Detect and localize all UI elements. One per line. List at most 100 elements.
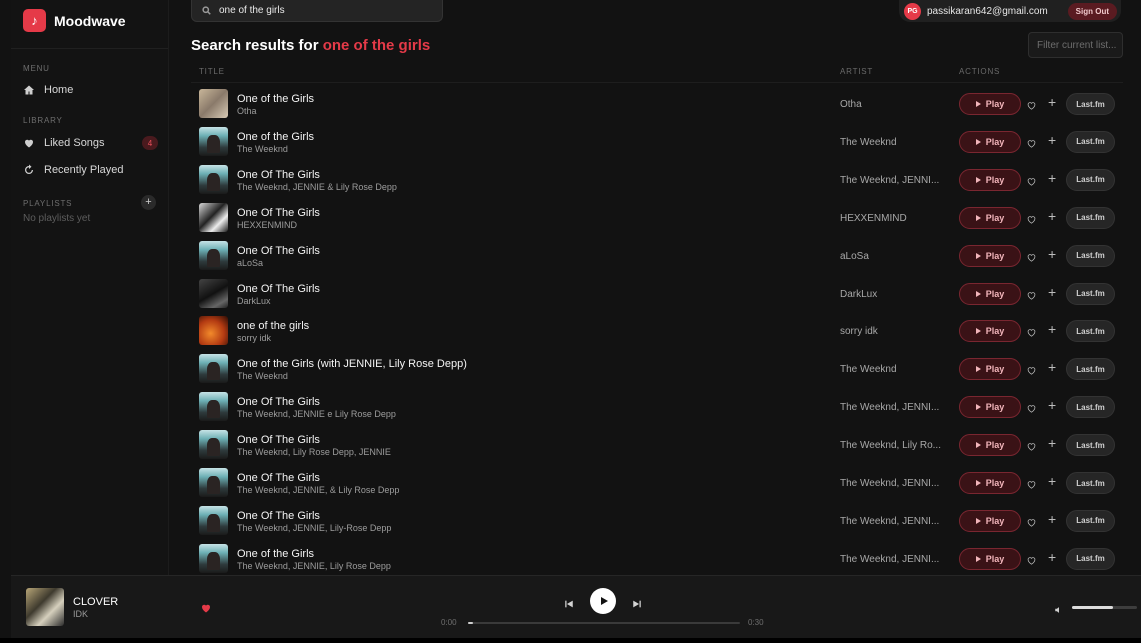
track-title[interactable]: One Of The Girls: [237, 510, 320, 522]
table-row[interactable]: One Of The Girls The Weeknd, Lily Rose D…: [191, 426, 1123, 464]
like-button[interactable]: [1026, 136, 1038, 148]
add-to-playlist-button[interactable]: +: [1048, 435, 1056, 451]
lastfm-button[interactable]: Last.fm: [1066, 282, 1115, 305]
track-title[interactable]: One Of The Girls: [237, 207, 320, 219]
table-row[interactable]: One Of The Girls The Weeknd, JENNIE e Li…: [191, 388, 1123, 426]
track-artist[interactable]: HEXXENMIND: [840, 213, 950, 224]
like-button[interactable]: [1026, 288, 1038, 300]
add-to-playlist-button[interactable]: +: [1048, 473, 1056, 489]
add-to-playlist-button[interactable]: +: [1048, 132, 1056, 148]
avatar[interactable]: PG: [904, 2, 921, 20]
lastfm-button[interactable]: Last.fm: [1066, 358, 1115, 381]
play-pause-button[interactable]: [590, 588, 616, 614]
like-button[interactable]: [1026, 325, 1038, 337]
progress-bar[interactable]: [468, 622, 740, 624]
add-to-playlist-button[interactable]: +: [1048, 549, 1056, 565]
lastfm-button[interactable]: Last.fm: [1066, 93, 1115, 115]
add-to-playlist-button[interactable]: +: [1048, 94, 1056, 110]
like-current-button[interactable]: [200, 601, 212, 619]
play-button[interactable]: Play: [959, 168, 1021, 191]
play-button[interactable]: Play: [959, 396, 1021, 419]
volume-slider[interactable]: [1072, 606, 1137, 609]
lastfm-button[interactable]: Last.fm: [1066, 547, 1115, 570]
play-button[interactable]: Play: [959, 358, 1021, 381]
track-artist[interactable]: The Weeknd, JENNI...: [840, 516, 950, 527]
previous-button[interactable]: [564, 596, 576, 608]
track-artist[interactable]: The Weeknd, JENNI...: [840, 402, 950, 413]
track-artist[interactable]: The Weeknd, JENNI...: [840, 554, 950, 565]
play-button[interactable]: Play: [959, 93, 1021, 115]
play-button[interactable]: Play: [959, 509, 1021, 532]
sign-out-button[interactable]: Sign Out: [1067, 2, 1117, 20]
next-button[interactable]: [632, 596, 644, 608]
like-button[interactable]: [1026, 98, 1038, 110]
track-title[interactable]: One Of The Girls: [237, 283, 320, 295]
track-title[interactable]: one of the girls: [237, 320, 309, 332]
play-button[interactable]: Play: [959, 282, 1021, 305]
table-row[interactable]: One of the Girls The Weeknd, JENNIE, Lil…: [191, 540, 1123, 578]
track-artist[interactable]: DarkLux: [840, 289, 950, 300]
add-to-playlist-button[interactable]: +: [1048, 246, 1056, 262]
search-bar[interactable]: [191, 0, 443, 22]
track-title[interactable]: One Of The Girls: [237, 434, 320, 446]
add-to-playlist-button[interactable]: +: [1048, 208, 1056, 224]
lastfm-button[interactable]: Last.fm: [1066, 244, 1115, 267]
track-artist[interactable]: The Weeknd: [840, 137, 950, 148]
add-to-playlist-button[interactable]: +: [1048, 170, 1056, 186]
volume-icon[interactable]: [1054, 602, 1064, 620]
like-button[interactable]: [1026, 477, 1038, 489]
search-input[interactable]: [219, 5, 429, 16]
brand[interactable]: ♪ Moodwave: [23, 9, 126, 32]
like-button[interactable]: [1026, 553, 1038, 565]
like-button[interactable]: [1026, 515, 1038, 527]
play-button[interactable]: Play: [959, 130, 1021, 153]
lastfm-button[interactable]: Last.fm: [1066, 396, 1115, 419]
table-row[interactable]: One Of The Girls DarkLux DarkLux Play + …: [191, 275, 1123, 313]
like-button[interactable]: [1026, 363, 1038, 375]
track-artist[interactable]: sorry idk: [840, 326, 950, 337]
lastfm-button[interactable]: Last.fm: [1066, 434, 1115, 457]
track-title[interactable]: One of the Girls: [237, 93, 314, 105]
now-playing-title[interactable]: CLOVER: [73, 596, 118, 608]
table-row[interactable]: One Of The Girls HEXXENMIND HEXXENMIND P…: [191, 199, 1123, 237]
add-to-playlist-button[interactable]: +: [1048, 359, 1056, 375]
like-button[interactable]: [1026, 212, 1038, 224]
track-artist[interactable]: The Weeknd, JENNI...: [840, 478, 950, 489]
add-to-playlist-button[interactable]: +: [1048, 321, 1056, 337]
lastfm-button[interactable]: Last.fm: [1066, 509, 1115, 532]
track-title[interactable]: One Of The Girls: [237, 396, 320, 408]
play-button[interactable]: Play: [959, 244, 1021, 267]
track-artist[interactable]: The Weeknd: [840, 364, 950, 375]
track-title[interactable]: One of the Girls (with JENNIE, Lily Rose…: [237, 358, 467, 370]
table-row[interactable]: One Of The Girls The Weeknd, JENNIE, & L…: [191, 464, 1123, 502]
play-button[interactable]: Play: [959, 472, 1021, 494]
sidebar-item-liked-songs[interactable]: Liked Songs 4: [23, 133, 158, 153]
track-title[interactable]: One of the Girls: [237, 131, 314, 143]
add-to-playlist-button[interactable]: +: [1048, 397, 1056, 413]
sidebar-item-home[interactable]: Home: [23, 80, 158, 100]
track-title[interactable]: One of the Girls: [237, 548, 314, 560]
track-artist[interactable]: Otha: [840, 99, 950, 110]
lastfm-button[interactable]: Last.fm: [1066, 130, 1115, 153]
table-row[interactable]: One of the Girls The Weeknd The Weeknd P…: [191, 123, 1123, 161]
track-title[interactable]: One Of The Girls: [237, 245, 320, 257]
album-art[interactable]: [26, 588, 64, 626]
lastfm-button[interactable]: Last.fm: [1066, 320, 1115, 343]
add-to-playlist-button[interactable]: +: [1048, 511, 1056, 527]
add-playlist-button[interactable]: +: [141, 195, 156, 210]
table-row[interactable]: One Of The Girls aLoSa aLoSa Play + Last…: [191, 237, 1123, 275]
table-row[interactable]: One of the Girls Otha Otha Play + Last.f…: [191, 85, 1123, 123]
lastfm-button[interactable]: Last.fm: [1066, 472, 1115, 494]
lastfm-button[interactable]: Last.fm: [1066, 206, 1115, 229]
filter-input[interactable]: Filter current list...: [1028, 32, 1123, 58]
like-button[interactable]: [1026, 174, 1038, 186]
add-to-playlist-button[interactable]: +: [1048, 284, 1056, 300]
play-button[interactable]: Play: [959, 206, 1021, 229]
track-title[interactable]: One Of The Girls: [237, 472, 320, 484]
track-artist[interactable]: The Weeknd, Lily Ro...: [840, 440, 950, 451]
play-button[interactable]: Play: [959, 434, 1021, 457]
like-button[interactable]: [1026, 250, 1038, 262]
now-playing-artist[interactable]: IDK: [73, 609, 88, 619]
track-title[interactable]: One Of The Girls: [237, 169, 320, 181]
table-row[interactable]: one of the girls sorry idk sorry idk Pla…: [191, 312, 1123, 350]
